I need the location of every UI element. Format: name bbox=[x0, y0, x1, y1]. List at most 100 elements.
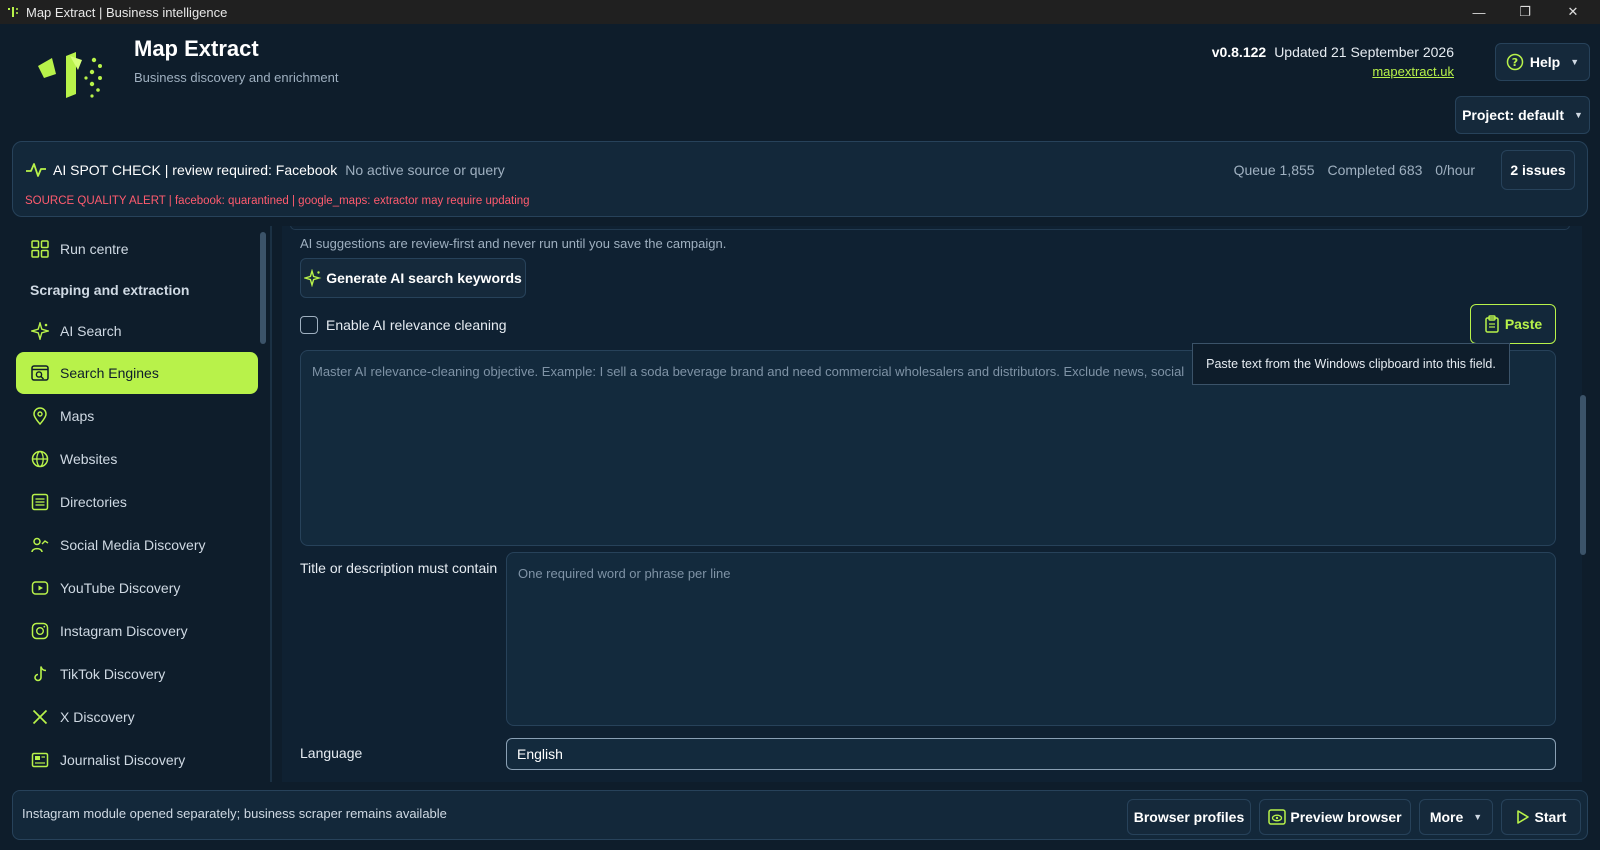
queue-stats: Queue 1,855 Completed 683 0/hour bbox=[1225, 162, 1475, 178]
sidebar-section-scraping: Scraping and extraction bbox=[30, 282, 190, 298]
more-button[interactable]: More ▼ bbox=[1419, 799, 1493, 835]
must-contain-label: Title or description must contain bbox=[300, 560, 498, 576]
enable-ai-cleaning-row: Enable AI relevance cleaning bbox=[300, 316, 507, 334]
must-contain-textarea[interactable]: One required word or phrase per line bbox=[506, 552, 1556, 726]
language-value: English bbox=[517, 746, 563, 762]
search-window-icon bbox=[30, 363, 50, 383]
grid-icon bbox=[30, 239, 50, 259]
sidebar-item-label: Maps bbox=[60, 408, 95, 424]
pulse-icon bbox=[26, 163, 46, 177]
clipboard-icon bbox=[1485, 315, 1499, 333]
help-button[interactable]: ? Help ▼ bbox=[1495, 43, 1590, 81]
updated-date: Updated 21 September 2026 bbox=[1274, 44, 1454, 60]
sidebar-item-label: Search Engines bbox=[60, 365, 159, 381]
sidebar-item-tiktok-discovery[interactable]: TikTok Discovery bbox=[16, 653, 258, 695]
app-header: Map Extract Business discovery and enric… bbox=[0, 24, 1600, 140]
project-select[interactable]: Project: default ▼ bbox=[1455, 96, 1590, 134]
main-content: AI suggestions are review-first and neve… bbox=[282, 226, 1582, 782]
app-subtitle: Business discovery and enrichment bbox=[134, 70, 339, 85]
app-logo-small-icon bbox=[8, 7, 18, 17]
sidebar-item-label: Websites bbox=[60, 451, 118, 467]
question-circle-icon: ? bbox=[1506, 53, 1524, 71]
sidebar-item-instagram-discovery[interactable]: Instagram Discovery bbox=[16, 610, 258, 652]
footer-bar: Instagram module opened separately; busi… bbox=[12, 790, 1588, 840]
sidebar-item-label: Social Media Discovery bbox=[60, 537, 206, 553]
sidebar-scroll-track bbox=[270, 226, 272, 782]
version-block: v0.8.122 Updated 21 September 2026 mapext… bbox=[1212, 44, 1454, 79]
generate-ai-keywords-button[interactable]: Generate AI search keywords bbox=[300, 258, 526, 298]
pin-icon bbox=[30, 406, 50, 426]
must-contain-placeholder: One required word or phrase per line bbox=[518, 566, 731, 581]
sidebar-item-x-discovery[interactable]: X Discovery bbox=[16, 696, 258, 738]
spot-check-sub: No active source or query bbox=[345, 162, 505, 178]
instagram-icon bbox=[30, 621, 50, 641]
sidebar-item-label: X Discovery bbox=[60, 709, 135, 725]
sidebar-item-label: Directories bbox=[60, 494, 127, 510]
sidebar-item-social-media-discovery[interactable]: Social Media Discovery bbox=[16, 524, 258, 566]
sidebar-item-label: AI Search bbox=[60, 323, 122, 339]
start-label: Start bbox=[1534, 809, 1567, 825]
eye-window-icon bbox=[1268, 809, 1287, 825]
map-extract-logo-icon bbox=[38, 52, 102, 98]
sidebar-item-label: YouTube Discovery bbox=[60, 580, 181, 596]
sidebar-item-youtube-discovery[interactable]: YouTube Discovery bbox=[16, 567, 258, 609]
chevron-down-icon: ▼ bbox=[1473, 812, 1483, 822]
user-trend-icon bbox=[30, 535, 50, 555]
website-link[interactable]: mapextract.uk bbox=[1372, 64, 1454, 79]
paste-button[interactable]: Paste bbox=[1470, 304, 1556, 344]
sidebar-item-websites[interactable]: Websites bbox=[16, 438, 258, 480]
music-note-icon bbox=[30, 664, 50, 684]
version-number: v0.8.122 bbox=[1211, 44, 1267, 60]
source-quality-alert: SOURCE QUALITY ALERT | facebook: quarant… bbox=[25, 195, 530, 207]
sidebar-scrollbar[interactable] bbox=[260, 232, 266, 344]
more-label: More bbox=[1429, 809, 1464, 825]
completed-count: Completed 683 bbox=[1327, 162, 1423, 178]
footer-status-message: Instagram module opened separately; busi… bbox=[22, 806, 447, 821]
sidebar-item-journalist-discovery[interactable]: Journalist Discovery bbox=[16, 739, 258, 781]
newspaper-icon bbox=[30, 750, 50, 770]
main-scrollbar[interactable] bbox=[1580, 395, 1586, 555]
maximize-button[interactable]: ❐ bbox=[1502, 0, 1548, 24]
spot-check-status: AI SPOT CHECK | review required: Faceboo… bbox=[53, 162, 505, 178]
sidebar-item-run-centre[interactable]: Run centre bbox=[16, 228, 258, 270]
start-button[interactable]: Start bbox=[1501, 799, 1581, 835]
sidebar: Run centre Scraping and extraction AI Se… bbox=[12, 226, 272, 782]
objective-placeholder: Master AI relevance-cleaning objective. … bbox=[312, 364, 1185, 379]
project-label: Project: default bbox=[1462, 107, 1564, 123]
ai-suggestions-hint: AI suggestions are review-first and neve… bbox=[300, 236, 727, 251]
paste-tooltip: Paste text from the Windows clipboard in… bbox=[1192, 343, 1510, 385]
app-name: Map Extract bbox=[134, 36, 259, 61]
sparkle-icon bbox=[30, 321, 50, 341]
rate: 0/hour bbox=[1435, 162, 1475, 178]
sparkle-icon bbox=[304, 269, 322, 287]
preview-browser-button[interactable]: Preview browser bbox=[1259, 799, 1411, 835]
help-label: Help bbox=[1529, 54, 1561, 70]
search-engines-form: AI suggestions are review-first and neve… bbox=[290, 226, 1570, 782]
window-title: Map Extract | Business intelligence bbox=[26, 4, 228, 20]
minimize-button[interactable]: — bbox=[1456, 0, 1502, 24]
language-select[interactable]: English bbox=[506, 738, 1556, 770]
globe-icon bbox=[30, 449, 50, 469]
browser-profiles-button[interactable]: Browser profiles bbox=[1127, 799, 1251, 835]
chevron-down-icon: ▼ bbox=[1570, 57, 1580, 67]
card-edge bbox=[290, 226, 1570, 230]
close-button[interactable]: ✕ bbox=[1550, 0, 1596, 24]
generate-label: Generate AI search keywords bbox=[326, 270, 522, 286]
sidebar-item-maps[interactable]: Maps bbox=[16, 395, 258, 437]
svg-text:?: ? bbox=[1512, 56, 1518, 69]
enable-ai-cleaning-checkbox[interactable] bbox=[300, 316, 318, 334]
sidebar-item-directories[interactable]: Directories bbox=[16, 481, 258, 523]
issues-button[interactable]: 2 issues bbox=[1501, 150, 1575, 190]
sidebar-item-ai-search[interactable]: AI Search bbox=[16, 310, 258, 352]
spot-check-title: AI SPOT CHECK | review required: Faceboo… bbox=[53, 162, 338, 178]
sidebar-item-label: Instagram Discovery bbox=[60, 623, 188, 639]
sidebar-item-label: Journalist Discovery bbox=[60, 752, 186, 768]
enable-ai-cleaning-label: Enable AI relevance cleaning bbox=[326, 317, 507, 333]
status-panel: AI SPOT CHECK | review required: Faceboo… bbox=[12, 141, 1588, 217]
play-icon bbox=[1516, 810, 1529, 824]
list-icon bbox=[30, 492, 50, 512]
sidebar-item-label: TikTok Discovery bbox=[60, 666, 166, 682]
chevron-down-icon: ▼ bbox=[1573, 110, 1583, 120]
x-icon bbox=[30, 707, 50, 727]
sidebar-item-search-engines[interactable]: Search Engines bbox=[16, 352, 258, 394]
